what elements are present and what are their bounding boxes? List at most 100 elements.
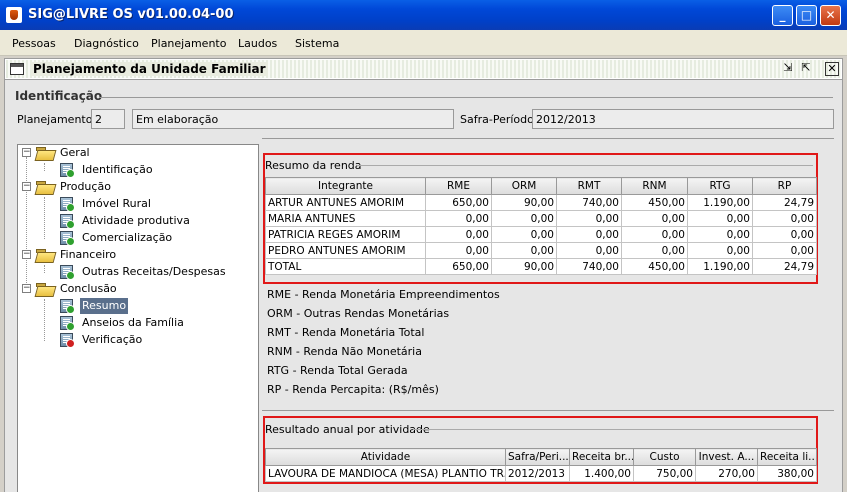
collapse-icon[interactable]: − [22, 284, 31, 293]
table-cell[interactable]: PATRICIA REGES AMORIM [265, 226, 426, 243]
table-cell[interactable]: 0,00 [752, 210, 817, 227]
table-cell[interactable]: 740,00 [556, 194, 622, 211]
planejamento-number-field[interactable]: 2 [91, 109, 125, 129]
table-cell[interactable]: 750,00 [633, 465, 696, 482]
table-cell[interactable]: 380,00 [757, 465, 817, 482]
column-header[interactable]: Integrante [265, 177, 426, 195]
table-cell[interactable]: ARTUR ANTUNES AMORIM [265, 194, 426, 211]
tree-node-identificacao[interactable]: Identificação [58, 162, 238, 178]
table-cell[interactable]: 650,00 [425, 194, 492, 211]
table-cell[interactable]: 0,00 [425, 242, 492, 259]
table-cell[interactable]: 0,00 [621, 226, 688, 243]
table-cell[interactable]: 0,00 [687, 210, 753, 227]
tree-node-imovel-rural[interactable]: Imóvel Rural [58, 196, 238, 212]
tree-label-financeiro: Financeiro [60, 248, 117, 261]
column-header[interactable]: Invest. A... [695, 448, 758, 466]
document-ok-icon [60, 163, 75, 178]
table-cell[interactable]: 450,00 [621, 258, 688, 275]
safra-periodo-field[interactable]: 2012/2013 [532, 109, 834, 129]
resultado-anual-table[interactable]: Atividade Safra/Peri... Receita br... Custo… [265, 448, 817, 482]
table-cell[interactable]: 0,00 [752, 242, 817, 259]
table-cell[interactable]: MARIA ANTUNES [265, 210, 426, 227]
minimize-frame-icon[interactable]: ⇲ [781, 62, 795, 76]
resultado-anual-title: Resultado anual por atividade [265, 423, 430, 436]
menu-sistema[interactable]: Sistema [295, 37, 339, 50]
table-cell[interactable]: PEDRO ANTUNES AMORIM [265, 242, 426, 259]
table-cell[interactable]: 740,00 [556, 258, 622, 275]
table-row[interactable]: PEDRO ANTUNES AMORIM 0,00 0,00 0,00 0,00 0,00… [265, 242, 817, 259]
column-header[interactable]: Receita li... [757, 448, 817, 466]
collapse-icon[interactable]: − [22, 182, 31, 191]
table-row[interactable]: ARTUR ANTUNES AMORIM 650,00 90,00 740,00 450… [265, 194, 817, 211]
table-cell[interactable]: 1.190,00 [687, 194, 753, 211]
document-ok-icon [60, 316, 75, 331]
navigation-tree[interactable]: − Geral Identificação − Produção Imóvel … [17, 144, 259, 492]
table-cell[interactable]: 0,00 [491, 226, 557, 243]
table-cell[interactable]: 1.190,00 [687, 258, 753, 275]
table-cell[interactable]: 0,00 [491, 242, 557, 259]
table-cell[interactable]: 0,00 [687, 226, 753, 243]
column-header[interactable]: ORM [491, 177, 557, 195]
frame-title: Planejamento da Unidade Familiar [31, 62, 268, 76]
column-header[interactable]: RMT [556, 177, 622, 195]
table-cell[interactable]: LAVOURA DE MANDIOCA (MESA) PLANTIO TR... [265, 465, 506, 482]
menu-laudos[interactable]: Laudos [238, 37, 277, 50]
table-cell[interactable]: 0,00 [425, 226, 492, 243]
table-cell[interactable]: TOTAL [265, 258, 426, 275]
tree-node-producao[interactable]: − Produção [22, 179, 222, 195]
table-cell[interactable]: 0,00 [621, 242, 688, 259]
resumo-renda-table[interactable]: Integrante RME ORM RMT RNM RTG RP ARTUR ANTUNE… [265, 177, 817, 275]
tree-node-verificacao[interactable]: Verificação [58, 332, 238, 348]
maximize-button[interactable]: □ [796, 5, 817, 26]
table-cell[interactable]: 270,00 [695, 465, 758, 482]
table-cell[interactable]: 2012/2013 [505, 465, 570, 482]
table-row[interactable]: MARIA ANTUNES 0,00 0,00 0,00 0,00 0,00 0,00 [265, 210, 817, 227]
table-cell[interactable]: 450,00 [621, 194, 688, 211]
collapse-icon[interactable]: − [22, 148, 31, 157]
tree-node-anseios[interactable]: Anseios da Família [58, 315, 238, 331]
table-cell[interactable]: 24,79 [752, 258, 817, 275]
column-header[interactable]: Receita br... [569, 448, 634, 466]
table-cell[interactable]: 0,00 [621, 210, 688, 227]
table-row[interactable]: LAVOURA DE MANDIOCA (MESA) PLANTIO TR...… [265, 465, 817, 482]
table-cell[interactable]: 0,00 [687, 242, 753, 259]
table-cell[interactable]: 1.400,00 [569, 465, 634, 482]
tree-node-resumo[interactable]: Resumo [58, 298, 238, 314]
close-button[interactable]: ✕ [820, 5, 841, 26]
column-header[interactable]: RP [752, 177, 817, 195]
table-row[interactable]: PATRICIA REGES AMORIM 0,00 0,00 0,00 0,00 0,0… [265, 226, 817, 243]
restore-frame-icon[interactable]: ⇱ [799, 62, 813, 76]
table-cell[interactable]: 0,00 [752, 226, 817, 243]
column-header[interactable]: RNM [621, 177, 688, 195]
column-header[interactable]: RTG [687, 177, 753, 195]
tree-node-financeiro[interactable]: − Financeiro [22, 247, 222, 263]
table-cell[interactable]: 0,00 [556, 226, 622, 243]
safra-periodo-label: Safra-Período: [460, 113, 538, 126]
collapse-icon[interactable]: − [22, 250, 31, 259]
tree-node-geral[interactable]: − Geral [22, 145, 222, 161]
table-cell[interactable]: 90,00 [491, 194, 557, 211]
minimize-button[interactable]: _ [772, 5, 793, 26]
close-frame-icon[interactable]: ✕ [825, 62, 839, 76]
tree-node-conclusao[interactable]: − Conclusão [22, 281, 222, 297]
column-header[interactable]: Safra/Peri... [505, 448, 570, 466]
table-cell[interactable]: 0,00 [425, 210, 492, 227]
document-error-icon [60, 333, 75, 348]
status-field[interactable]: Em elaboração [132, 109, 454, 129]
menu-diagnostico[interactable]: Diagnóstico [74, 37, 139, 50]
tree-node-atividade-produtiva[interactable]: Atividade produtiva [58, 213, 238, 229]
table-cell[interactable]: 0,00 [491, 210, 557, 227]
tree-node-outras-receitas[interactable]: Outras Receitas/Despesas [58, 264, 258, 280]
table-cell[interactable]: 24,79 [752, 194, 817, 211]
menu-pessoas[interactable]: Pessoas [12, 37, 56, 50]
table-row[interactable]: TOTAL 650,00 90,00 740,00 450,00 1.190,00 24,7… [265, 258, 817, 275]
table-cell[interactable]: 650,00 [425, 258, 492, 275]
column-header[interactable]: Atividade [265, 448, 506, 466]
table-cell[interactable]: 0,00 [556, 210, 622, 227]
table-cell[interactable]: 90,00 [491, 258, 557, 275]
menu-planejamento[interactable]: Planejamento [151, 37, 226, 50]
tree-node-comercializacao[interactable]: Comercialização [58, 230, 238, 246]
column-header[interactable]: Custo [633, 448, 696, 466]
table-cell[interactable]: 0,00 [556, 242, 622, 259]
column-header[interactable]: RME [425, 177, 492, 195]
